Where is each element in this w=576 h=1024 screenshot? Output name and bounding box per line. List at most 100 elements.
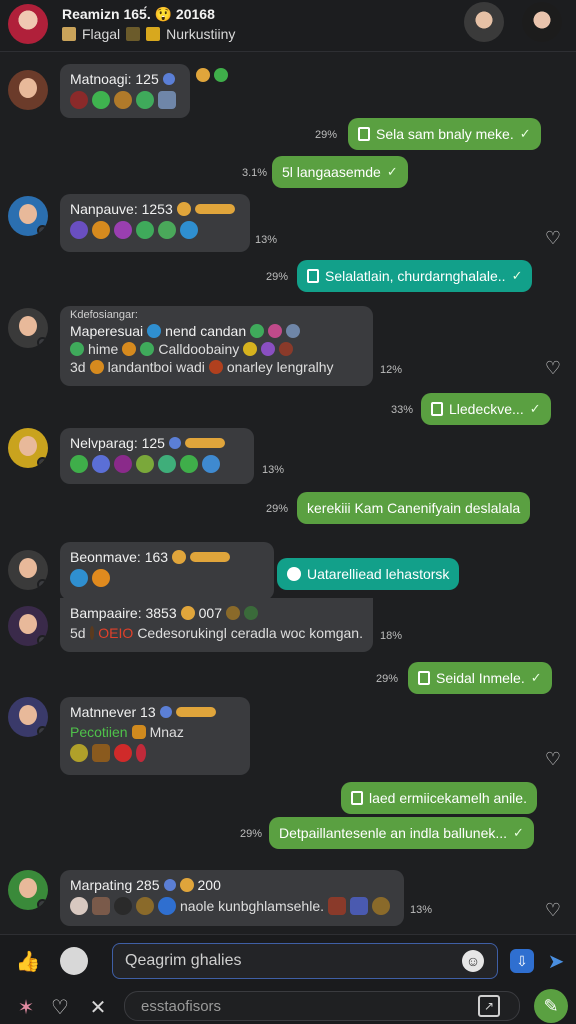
- message-text: Lledeckve...: [449, 401, 524, 417]
- compose-button[interactable]: ✎: [534, 989, 568, 1023]
- sticker-icon: [350, 897, 368, 915]
- document-icon: [358, 127, 370, 141]
- message-composer: 👍 Qeagrim ghalies ☺ ⇩ ➤ ✶ ♡ ✕ esstaofiso…: [0, 934, 576, 1024]
- group-avatar[interactable]: [8, 4, 48, 44]
- avatar[interactable]: [8, 308, 48, 348]
- smile-icon: [168, 437, 181, 449]
- outgoing-bubble[interactable]: kerekiii Kam Canenifyain deslalala: [297, 492, 531, 524]
- message-text: 5l langaasemde: [282, 164, 381, 180]
- like-icon[interactable]: ♡: [543, 749, 563, 769]
- avatar[interactable]: [8, 550, 48, 590]
- message-text: OEIO: [98, 625, 134, 641]
- upload-button[interactable]: ⇩: [510, 949, 534, 973]
- member-avatar[interactable]: [464, 2, 504, 42]
- like-icon[interactable]: ♡: [543, 358, 563, 378]
- outgoing-bubble[interactable]: Seidal Inmele. ✓: [408, 662, 552, 694]
- incoming-bubble[interactable]: Kdefosiangar: Maperesuai nend candan him…: [60, 306, 373, 386]
- check-icon: ✓: [530, 670, 542, 685]
- reaction-icon: [194, 204, 235, 214]
- sticker-icon: [286, 324, 301, 338]
- avatar[interactable]: [8, 196, 48, 236]
- incoming-bubble[interactable]: Nanpauve: 1253: [60, 194, 250, 252]
- outgoing-bubble[interactable]: Lledeckve... ✓: [421, 393, 551, 425]
- smile-icon: [162, 73, 175, 85]
- outgoing-bubble[interactable]: Sela sam bnaly meke. ✓: [348, 118, 541, 150]
- sticker-icon: [70, 897, 88, 915]
- message-text: kerekiii Kam Canenifyain deslalala: [307, 500, 521, 516]
- secondary-input[interactable]: esstaofisors: [124, 991, 520, 1021]
- reaction-icon: [176, 202, 191, 216]
- chat-title: Reamizn 1​65́. 😲 20168: [62, 6, 215, 22]
- message-time: 29%: [266, 503, 289, 515]
- reaction-icon[interactable]: [196, 68, 210, 82]
- message-time: 13%: [262, 464, 285, 476]
- emoji-icon[interactable]: ☺: [462, 950, 484, 972]
- incoming-bubble[interactable]: Matnnever 13 Pecotiien Mnaz: [60, 697, 250, 775]
- like-button[interactable]: 👍: [14, 947, 42, 975]
- incoming-bubble[interactable]: Bampaaire: 3853 007 5d OEIO Cedesoruking…: [60, 598, 373, 652]
- reaction-icon: [180, 606, 195, 620]
- sticker-icon: [136, 221, 154, 239]
- check-icon: ✓: [519, 126, 531, 141]
- like-icon[interactable]: ♡: [543, 228, 563, 248]
- outgoing-bubble[interactable]: Uatarelliead lehastorsk: [277, 558, 460, 590]
- outgoing-bubble[interactable]: Selalatlain, churdarnghalale.. ✓: [297, 260, 533, 292]
- avatar[interactable]: [8, 697, 48, 737]
- heart-icon[interactable]: ♡: [46, 993, 74, 1021]
- avatar[interactable]: [8, 428, 48, 468]
- message-input[interactable]: Qeagrim ghalies: [112, 943, 498, 979]
- message-time: 29%: [376, 673, 399, 685]
- chat-subtitle: Flagal Nurkustiiny: [62, 26, 235, 42]
- check-icon: ✓: [529, 401, 541, 416]
- avatar[interactable]: [8, 70, 48, 110]
- sticker-icon: [158, 897, 176, 915]
- gift-icon[interactable]: ✕: [84, 993, 112, 1021]
- outgoing-bubble[interactable]: laed ermiicekamelh anile.: [341, 782, 537, 814]
- incoming-bubble[interactable]: Matnoagi: 125: [60, 64, 190, 118]
- reaction-icon[interactable]: [214, 68, 228, 82]
- message-time: 3.1%: [242, 167, 268, 179]
- sender-name: Nelvparag: 125: [70, 435, 165, 451]
- sticker-icon: [70, 91, 88, 109]
- member-avatar[interactable]: [522, 2, 562, 42]
- outgoing-bubble[interactable]: 5l langaasemde ✓: [272, 156, 408, 188]
- sticker-icon: [70, 221, 88, 239]
- avatar[interactable]: [8, 606, 48, 646]
- like-icon[interactable]: ♡: [543, 900, 563, 920]
- sticker-icon: [136, 897, 154, 915]
- avatar[interactable]: [8, 870, 48, 910]
- sticker-icon: [268, 324, 283, 338]
- sticker-button[interactable]: [60, 947, 88, 975]
- sticker-icon[interactable]: ✶: [12, 993, 40, 1021]
- sticker-icon: [89, 626, 95, 640]
- sticker-icon: [70, 744, 88, 762]
- incoming-bubble[interactable]: Marpating 285 200 naole kunbghlamsehle.: [60, 870, 404, 926]
- sticker-icon: [226, 606, 240, 620]
- message-time: 33%: [391, 404, 414, 416]
- sticker-icon: [92, 569, 110, 587]
- message-time: 29%: [266, 271, 289, 283]
- incoming-bubble[interactable]: Beonmave: 163: [60, 542, 274, 600]
- message-time: 18%: [380, 630, 403, 642]
- sticker-icon: [89, 360, 104, 374]
- send-icon[interactable]: ➤: [542, 947, 570, 975]
- sticker-icon: [122, 342, 137, 356]
- message-text: landantboi wadi: [107, 359, 205, 375]
- sticker-icon: [328, 897, 346, 915]
- outgoing-bubble[interactable]: Detpaillantesenle an indla ballunek... ✓: [269, 817, 534, 849]
- sticker-icon: [158, 221, 176, 239]
- incoming-bubble[interactable]: Nelvparag: 125: [60, 428, 254, 484]
- message-text: Detpaillantesenle an indla ballunek...: [279, 825, 508, 841]
- attach-icon[interactable]: ↗: [478, 995, 500, 1017]
- paw-icon: [126, 27, 141, 41]
- sticker-icon: [279, 342, 294, 356]
- reaction-icon: [190, 552, 231, 562]
- message-text: laed ermiicekamelh anile.: [369, 790, 527, 806]
- sticker-icon: [180, 455, 198, 473]
- sender-name: Nanpauve: 1253: [70, 201, 173, 217]
- sticker-icon: [180, 221, 198, 239]
- document-icon: [307, 269, 319, 283]
- subtitle-left: Flagal: [82, 26, 121, 42]
- message-text: Sela sam bnaly meke.: [376, 126, 514, 142]
- reaction-icon: [172, 550, 187, 564]
